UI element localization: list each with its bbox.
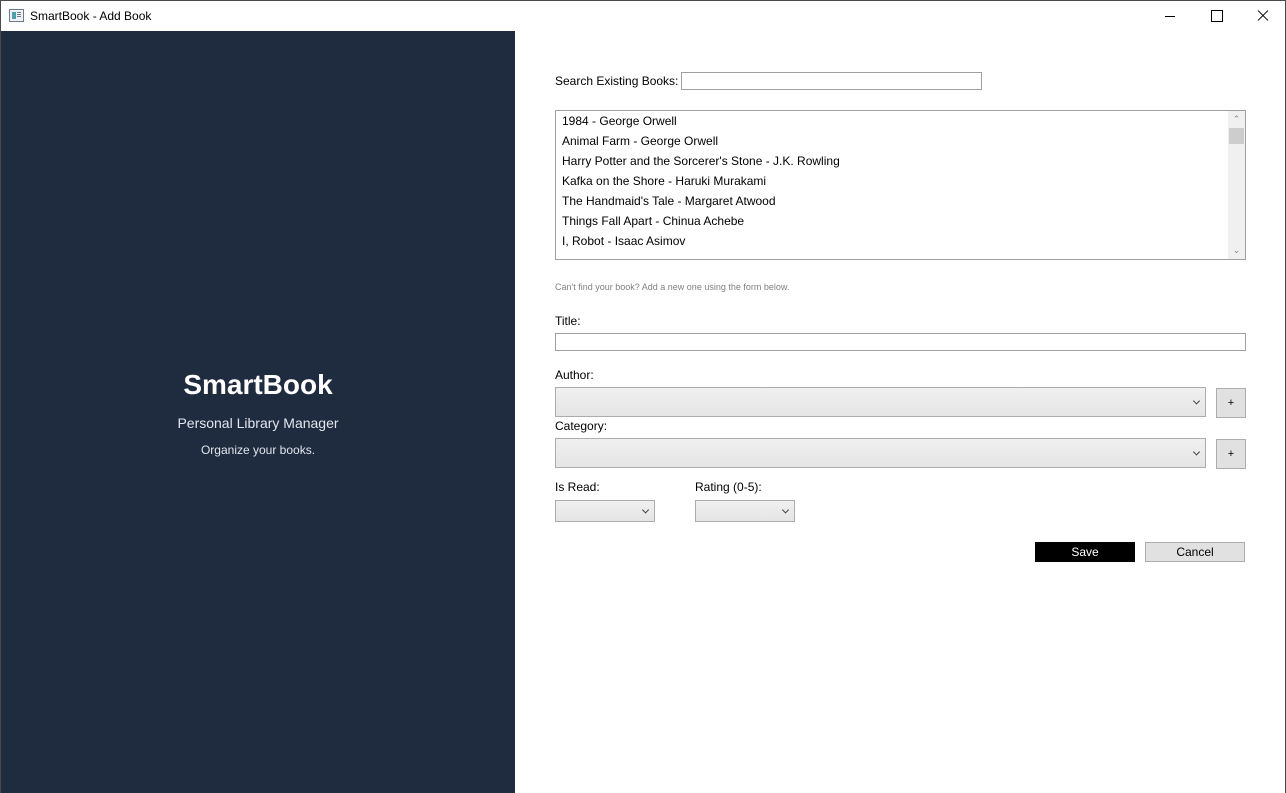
scroll-down-icon[interactable]: ⌄	[1228, 242, 1245, 259]
chevron-down-icon	[1192, 448, 1201, 456]
is-read-label: Is Read:	[555, 480, 600, 494]
author-label: Author:	[555, 368, 594, 382]
scroll-up-icon[interactable]: ⌃	[1228, 111, 1245, 128]
book-list[interactable]: 1984 - George Orwell Animal Farm - George…	[555, 110, 1246, 260]
add-author-button[interactable]: +	[1216, 388, 1246, 418]
window-title: SmartBook - Add Book	[30, 9, 152, 23]
title-bar[interactable]: SmartBook - Add Book	[1, 1, 1285, 31]
hint-text: Can't find your book? Add a new one usin…	[555, 282, 790, 292]
title-input[interactable]	[555, 333, 1246, 351]
author-combobox[interactable]	[555, 387, 1206, 417]
list-item[interactable]: Things Fall Apart - Chinua Achebe	[556, 211, 1245, 231]
category-label: Category:	[555, 419, 608, 433]
cancel-button[interactable]: Cancel	[1145, 542, 1245, 562]
chevron-down-icon	[781, 506, 790, 514]
chevron-down-icon	[1192, 397, 1201, 405]
chevron-down-icon	[641, 506, 650, 514]
minimize-button[interactable]	[1147, 1, 1193, 31]
list-item[interactable]: 1984 - George Orwell	[556, 111, 1245, 131]
search-input[interactable]	[681, 72, 982, 90]
is-read-combobox[interactable]	[555, 500, 655, 522]
list-item[interactable]: Animal Farm - George Orwell	[556, 131, 1245, 151]
save-button[interactable]: Save	[1035, 542, 1135, 562]
brand-subtitle: Personal Library Manager	[177, 415, 339, 431]
title-label: Title:	[555, 314, 581, 328]
maximize-button[interactable]	[1193, 1, 1239, 31]
close-button[interactable]	[1239, 1, 1285, 31]
list-item[interactable]: Kafka on the Shore - Haruki Murakami	[556, 171, 1245, 191]
search-label: Search Existing Books:	[555, 74, 679, 88]
book-list-scrollbar[interactable]: ⌃ ⌄	[1228, 111, 1245, 259]
scroll-thumb[interactable]	[1229, 128, 1244, 144]
category-combobox[interactable]	[555, 438, 1206, 468]
add-book-form: Search Existing Books: 1984 - George Orw…	[515, 31, 1285, 793]
add-category-button[interactable]: +	[1216, 439, 1246, 469]
list-item[interactable]: Harry Potter and the Sorcerer's Stone - …	[556, 151, 1245, 171]
app-window: SmartBook - Add Book SmartBook Personal …	[0, 0, 1286, 793]
brand-title: SmartBook	[183, 369, 333, 400]
rating-combobox[interactable]	[695, 500, 795, 522]
list-item[interactable]: I, Robot - Isaac Asimov	[556, 231, 1245, 251]
list-item[interactable]: The Handmaid's Tale - Margaret Atwood	[556, 191, 1245, 211]
app-icon	[9, 9, 24, 22]
brand-tagline: Organize your books.	[200, 443, 316, 457]
rating-label: Rating (0-5):	[695, 480, 762, 494]
brand-panel: SmartBook Personal Library Manager Organ…	[1, 31, 515, 793]
book-items: 1984 - George Orwell Animal Farm - George…	[556, 111, 1245, 251]
